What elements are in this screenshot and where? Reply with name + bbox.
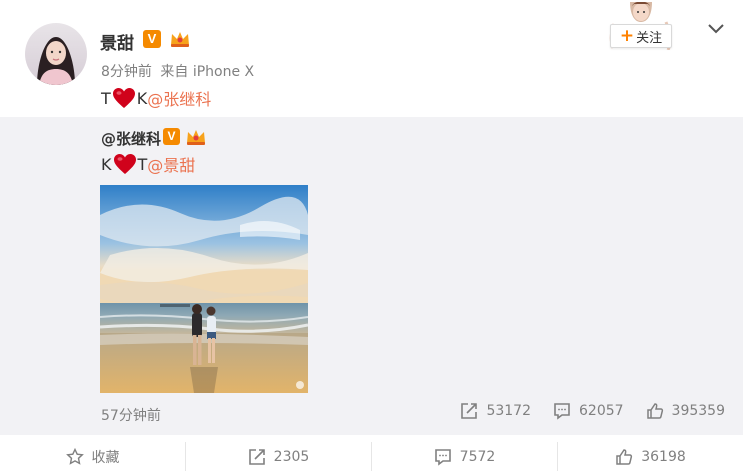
original-text-middle: T <box>137 154 148 174</box>
original-post-stats: 53172 62057 395359 <box>438 402 725 420</box>
comment-count: 7572 <box>459 448 496 465</box>
repost-icon <box>248 448 265 465</box>
original-post-text: K T @景甜 <box>101 152 195 176</box>
like-count: 36198 <box>641 448 686 465</box>
crown-badge-icon <box>185 127 207 147</box>
repost-button[interactable]: 2305 <box>185 442 371 471</box>
original-author-name[interactable]: @张继科 <box>101 128 161 149</box>
star-icon <box>65 447 84 465</box>
comment-button[interactable]: 7572 <box>371 442 557 471</box>
like-button[interactable]: 36198 <box>557 442 743 471</box>
heart-icon <box>113 154 136 174</box>
mention-link[interactable]: @景甜 <box>147 152 195 176</box>
original-repost-count[interactable]: 53172 <box>460 402 531 420</box>
post-photo[interactable] <box>100 185 308 393</box>
crown-badge-icon <box>169 29 191 49</box>
repost-icon <box>461 403 478 419</box>
verified-badge: V <box>163 128 180 145</box>
original-text-prefix: K <box>101 154 112 174</box>
favorite-label: 收藏 <box>91 449 120 466</box>
weibo-post-card: 景甜 V 8分钟前 来自 iPhone X T K @张继科 + 关注 @张继科… <box>0 0 743 471</box>
original-comment-count[interactable]: 62057 <box>553 402 624 420</box>
post-time[interactable]: 8分钟前 <box>101 64 152 80</box>
comment-icon <box>554 403 570 420</box>
post-text: T K @张继科 <box>101 86 211 110</box>
mention-link[interactable]: @张继科 <box>147 86 211 110</box>
post-text-prefix: T <box>101 88 111 108</box>
original-like-count[interactable]: 395359 <box>646 402 725 420</box>
verified-badge: V <box>143 30 161 48</box>
reposted-content: @张继科 V K T @景甜 57分钟前 53172 62057 395359 <box>0 117 743 435</box>
follow-button[interactable]: + 关注 <box>610 24 672 48</box>
post-source: 来自 iPhone X <box>160 64 255 80</box>
like-icon <box>616 448 633 465</box>
original-repost-count-value: 53172 <box>486 403 531 419</box>
follow-button-label: 关注 <box>636 30 663 46</box>
chevron-down-icon[interactable] <box>706 21 726 37</box>
post-text-middle: K <box>136 88 148 108</box>
post-meta: 8分钟前 来自 iPhone X <box>101 61 258 81</box>
post-action-bar: 收藏 2305 7572 36198 <box>0 442 743 471</box>
repost-count: 2305 <box>273 448 310 465</box>
favorite-button[interactable]: 收藏 <box>0 442 185 471</box>
original-like-count-value: 395359 <box>671 403 725 419</box>
author-avatar[interactable] <box>25 23 87 85</box>
comment-icon <box>434 448 451 466</box>
original-post-time[interactable]: 57分钟前 <box>101 405 161 425</box>
plus-icon: + <box>619 25 635 46</box>
author-name[interactable]: 景甜 <box>100 29 134 54</box>
original-comment-count-value: 62057 <box>579 403 624 419</box>
heart-icon <box>112 88 135 108</box>
like-icon <box>646 403 663 419</box>
